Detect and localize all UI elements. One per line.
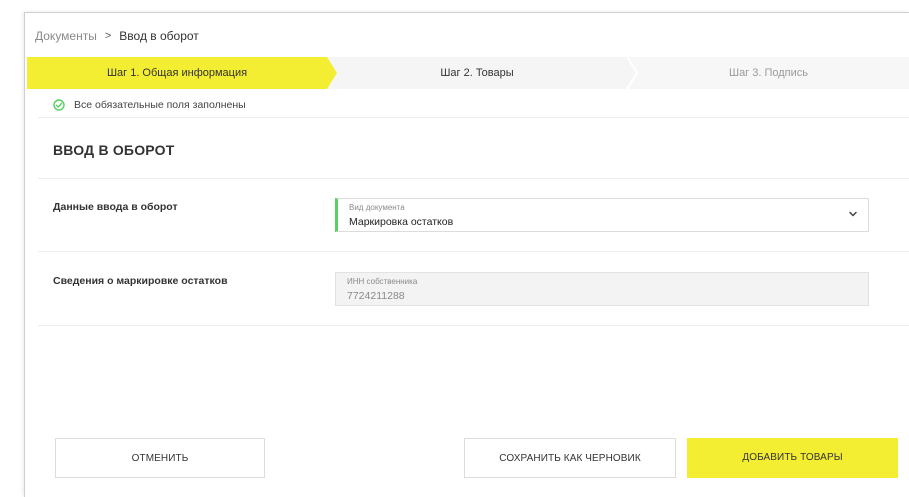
breadcrumb: Документы > Ввод в оборот	[35, 29, 199, 43]
breadcrumb-current: Ввод в оборот	[119, 29, 199, 43]
document-type-label: Вид документа	[349, 203, 405, 212]
chevron-down-icon[interactable]	[848, 209, 858, 219]
owner-inn-field: ИНН собственника 7724211288	[335, 272, 869, 306]
validation-status-text: Все обязательные поля заполнены	[74, 99, 246, 111]
save-draft-button[interactable]: СОХРАНИТЬ КАК ЧЕРНОВИК	[464, 438, 676, 478]
document-form-panel: Документы > Ввод в оборот Шаг 1. Общая и…	[24, 12, 909, 497]
document-type-value: Маркировка остатков	[349, 216, 454, 228]
breadcrumb-parent-link[interactable]: Документы	[35, 29, 97, 43]
breadcrumb-separator: >	[104, 30, 112, 42]
entry-data-section-label: Данные ввода в оборот	[53, 201, 178, 213]
marking-info-section-label: Сведения о маркировке остатков	[53, 275, 228, 287]
add-goods-button[interactable]: ДОБАВИТЬ ТОВАРЫ	[687, 438, 898, 478]
owner-inn-label: ИНН собственника	[347, 277, 418, 286]
cancel-button[interactable]: ОТМЕНИТЬ	[55, 438, 265, 478]
owner-inn-value: 7724211288	[347, 290, 405, 302]
step-2-tab[interactable]: Шаг 2. Товары	[327, 57, 627, 89]
page-title: ВВОД В ОБОРОТ	[53, 142, 175, 158]
divider	[38, 325, 909, 326]
divider	[38, 117, 909, 118]
step-1-tab[interactable]: Шаг 1. Общая информация	[27, 57, 327, 89]
validation-status: Все обязательные поля заполнены	[53, 99, 246, 111]
step-3-tab: Шаг 3. Подпись	[728, 67, 809, 79]
stepper: Шаг 1. Общая информация Шаг 2. Товары Ша…	[27, 57, 909, 89]
document-type-select[interactable]: Вид документа Маркировка остатков	[335, 198, 869, 232]
divider	[38, 178, 909, 179]
divider	[38, 251, 909, 252]
check-circle-icon	[53, 99, 65, 111]
